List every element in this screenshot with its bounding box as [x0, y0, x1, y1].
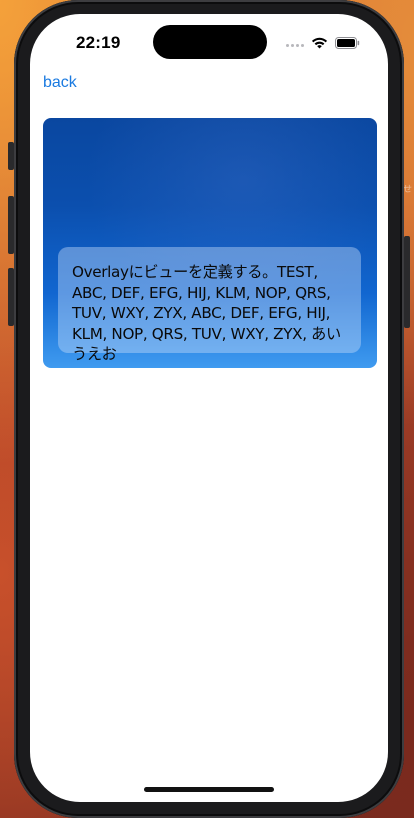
battery-icon: [335, 36, 360, 54]
overlay-box: Overlayにビューを定義する。TEST, ABC, DEF, EFG, HI…: [58, 247, 361, 363]
phone-screen: 22:19 back Overlayにビューを定義する。TEST, ABC, D…: [30, 14, 388, 802]
cellular-signal-icon: [286, 43, 304, 47]
gradient-card: Overlayにビューを定義する。TEST, ABC, DEF, EFG, HI…: [43, 118, 377, 368]
status-bar: 22:19: [30, 14, 388, 72]
back-button[interactable]: back: [43, 74, 77, 92]
phone-frame: 22:19 back Overlayにビューを定義する。TEST, ABC, D…: [14, 0, 404, 818]
overlay-text: Overlayにビューを定義する。TEST, ABC, DEF, EFG, HI…: [72, 263, 341, 363]
wifi-icon: [311, 36, 328, 54]
dynamic-island: [153, 25, 267, 59]
status-icons: [286, 36, 360, 54]
home-indicator[interactable]: [144, 787, 274, 792]
status-time: 22:19: [76, 33, 121, 52]
wallpaper-fragment: せ: [402, 184, 412, 194]
power-button: [404, 236, 410, 328]
